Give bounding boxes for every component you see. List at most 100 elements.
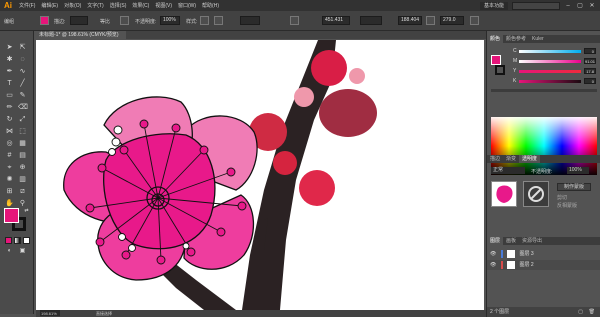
curvature-tool-icon[interactable]: ∿ [18, 67, 27, 76]
rectangle-tool-icon[interactable]: ▭ [5, 91, 14, 100]
scale-tool-icon[interactable]: ⤢ [18, 115, 27, 124]
color-mode-icon[interactable] [5, 237, 12, 244]
channel-k-slider[interactable] [519, 80, 581, 83]
rotate-tool-icon[interactable]: ↻ [5, 115, 14, 124]
eyedropper-icon[interactable]: ⌖ [5, 163, 14, 172]
paintbrush-icon[interactable]: ✎ [18, 91, 27, 100]
align-icon[interactable] [214, 16, 223, 25]
pencil-tool-icon[interactable]: ✏ [5, 103, 14, 112]
artboard-canvas[interactable]: Baidu [36, 40, 484, 310]
mesh-tool-icon[interactable]: # [5, 151, 14, 160]
lasso-icon[interactable]: ◌ [18, 55, 27, 64]
brush-dropdown[interactable] [120, 16, 129, 25]
opacity-field[interactable]: 100% [160, 16, 180, 25]
pen-tool-icon[interactable]: ✒ [5, 67, 14, 76]
tab-layers[interactable]: 图层 [487, 237, 504, 245]
color-panel-fill-swatch[interactable] [491, 55, 501, 65]
tab-color-guide[interactable]: 颜色参考 [503, 35, 529, 43]
layer-row[interactable]: 👁 图层 3 [487, 249, 600, 259]
channel-c-slider[interactable] [519, 50, 581, 53]
tab-gradient[interactable]: 渐变 [503, 155, 519, 163]
y-position-field[interactable] [360, 16, 382, 25]
tab-stroke[interactable]: 描边 [487, 155, 503, 163]
stroke-weight-field[interactable] [70, 16, 88, 25]
height-field[interactable]: 279.0 [440, 16, 464, 25]
channel-y-slider[interactable] [519, 70, 581, 73]
shape-builder-icon[interactable]: ◎ [5, 139, 14, 148]
menu-type[interactable]: 文字(T) [84, 2, 106, 9]
width-tool-icon[interactable]: ⋈ [5, 127, 14, 136]
link-proportions-icon[interactable] [426, 16, 435, 25]
artboard-tool-icon[interactable]: ⊞ [5, 187, 14, 196]
type-tool-icon[interactable]: T [5, 79, 14, 88]
style-dropdown[interactable] [200, 16, 209, 25]
channel-m-slider[interactable] [519, 60, 581, 63]
more-options-icon[interactable] [470, 16, 479, 25]
stroke-width-field[interactable] [240, 16, 260, 25]
column-graph-icon[interactable]: ▥ [18, 175, 27, 184]
invert-mask-checkbox-label[interactable]: 反相蒙版 [557, 202, 577, 209]
width-field[interactable]: 188.404 [398, 16, 422, 25]
draw-normal-icon[interactable]: ◐ [5, 247, 14, 256]
workspace-switcher[interactable]: 基本功能 [479, 1, 508, 10]
channel-c-value[interactable]: 0 [584, 48, 596, 54]
tab-color[interactable]: 颜色 [487, 35, 504, 43]
zoom-field[interactable]: 198.61% [40, 310, 60, 316]
fill-color-chip[interactable] [4, 208, 19, 223]
direct-selection-tool-icon[interactable]: ⇱ [18, 43, 27, 52]
new-layer-icon[interactable]: ▢ [578, 307, 583, 317]
magic-wand-icon[interactable]: ✱ [5, 55, 14, 64]
mask-thumbnail[interactable] [523, 181, 549, 207]
delete-layer-icon[interactable]: 🗑 [589, 307, 595, 317]
transform-icon[interactable] [290, 16, 299, 25]
menu-select[interactable]: 选择(S) [107, 2, 130, 9]
menu-edit[interactable]: 编辑(E) [38, 2, 61, 9]
screen-mode-icon[interactable]: ▣ [18, 247, 27, 256]
none-mode-icon[interactable] [23, 237, 30, 244]
tab-artboards[interactable]: 画板 [503, 237, 519, 245]
blend-mode-select[interactable]: 正常 [491, 167, 525, 174]
line-tool-icon[interactable]: ╱ [18, 79, 27, 88]
layer-name[interactable]: 图层 2 [520, 262, 534, 268]
channel-k-value[interactable]: 0 [584, 78, 596, 84]
document-tab[interactable]: 未标题-1* @ 198.61% (CMYK/预览) × [36, 31, 126, 46]
clip-checkbox-label[interactable]: 剪切 [557, 194, 567, 201]
gradient-mode-icon[interactable] [14, 237, 21, 244]
tab-transparency[interactable]: 透明度 [519, 155, 541, 163]
opacity-control-label: 不透明度: [135, 19, 157, 25]
close-window-button[interactable]: ✕ [588, 2, 596, 10]
tab-asset-export[interactable]: 资源导出 [519, 237, 545, 245]
minimize-button[interactable]: – [564, 2, 572, 10]
perspective-grid-icon[interactable]: ▦ [18, 139, 27, 148]
layer-color-mark [500, 249, 503, 258]
fill-swatch-control[interactable] [40, 16, 49, 25]
gradient-tool-icon[interactable]: ▤ [18, 151, 27, 160]
free-transform-icon[interactable]: ⬚ [18, 127, 27, 136]
layer-name[interactable]: 图层 3 [520, 251, 534, 257]
layer-row[interactable]: 👁 图层 2 [487, 260, 600, 270]
make-mask-button[interactable]: 制作蒙版 [557, 183, 591, 191]
swap-colors-icon[interactable]: ⇄ [22, 207, 31, 216]
menu-file[interactable]: 文件(F) [16, 2, 38, 9]
hand-tool-icon[interactable]: ✋ [5, 199, 14, 208]
visibility-eye-icon[interactable]: 👁 [490, 262, 496, 268]
channel-y-value[interactable]: 17.8 [584, 68, 596, 74]
maximize-button[interactable]: ▢ [576, 2, 584, 10]
menu-object[interactable]: 对象(O) [61, 2, 84, 9]
menu-help[interactable]: 帮助(H) [199, 2, 222, 9]
slice-tool-icon[interactable]: ⧄ [18, 187, 27, 196]
channel-m-value[interactable]: 91.01 [584, 58, 596, 64]
menu-view[interactable]: 视图(V) [152, 2, 175, 9]
search-input[interactable] [512, 1, 560, 10]
menu-window[interactable]: 窗口(W) [175, 2, 199, 9]
x-position-field[interactable]: 451.431 [322, 16, 350, 25]
selection-tool-icon[interactable]: ➤ [5, 43, 14, 52]
symbol-sprayer-icon[interactable]: ✺ [5, 175, 14, 184]
color-panel-stroke-swatch[interactable] [495, 65, 505, 75]
blend-tool-icon[interactable]: ⊕ [18, 163, 27, 172]
visibility-eye-icon[interactable]: 👁 [490, 251, 496, 257]
eraser-icon[interactable]: ⌫ [18, 103, 28, 112]
transparency-opacity-field[interactable]: 100% [567, 167, 589, 174]
tab-kuler[interactable]: Kuler [529, 35, 547, 43]
menu-effect[interactable]: 效果(C) [129, 2, 152, 9]
